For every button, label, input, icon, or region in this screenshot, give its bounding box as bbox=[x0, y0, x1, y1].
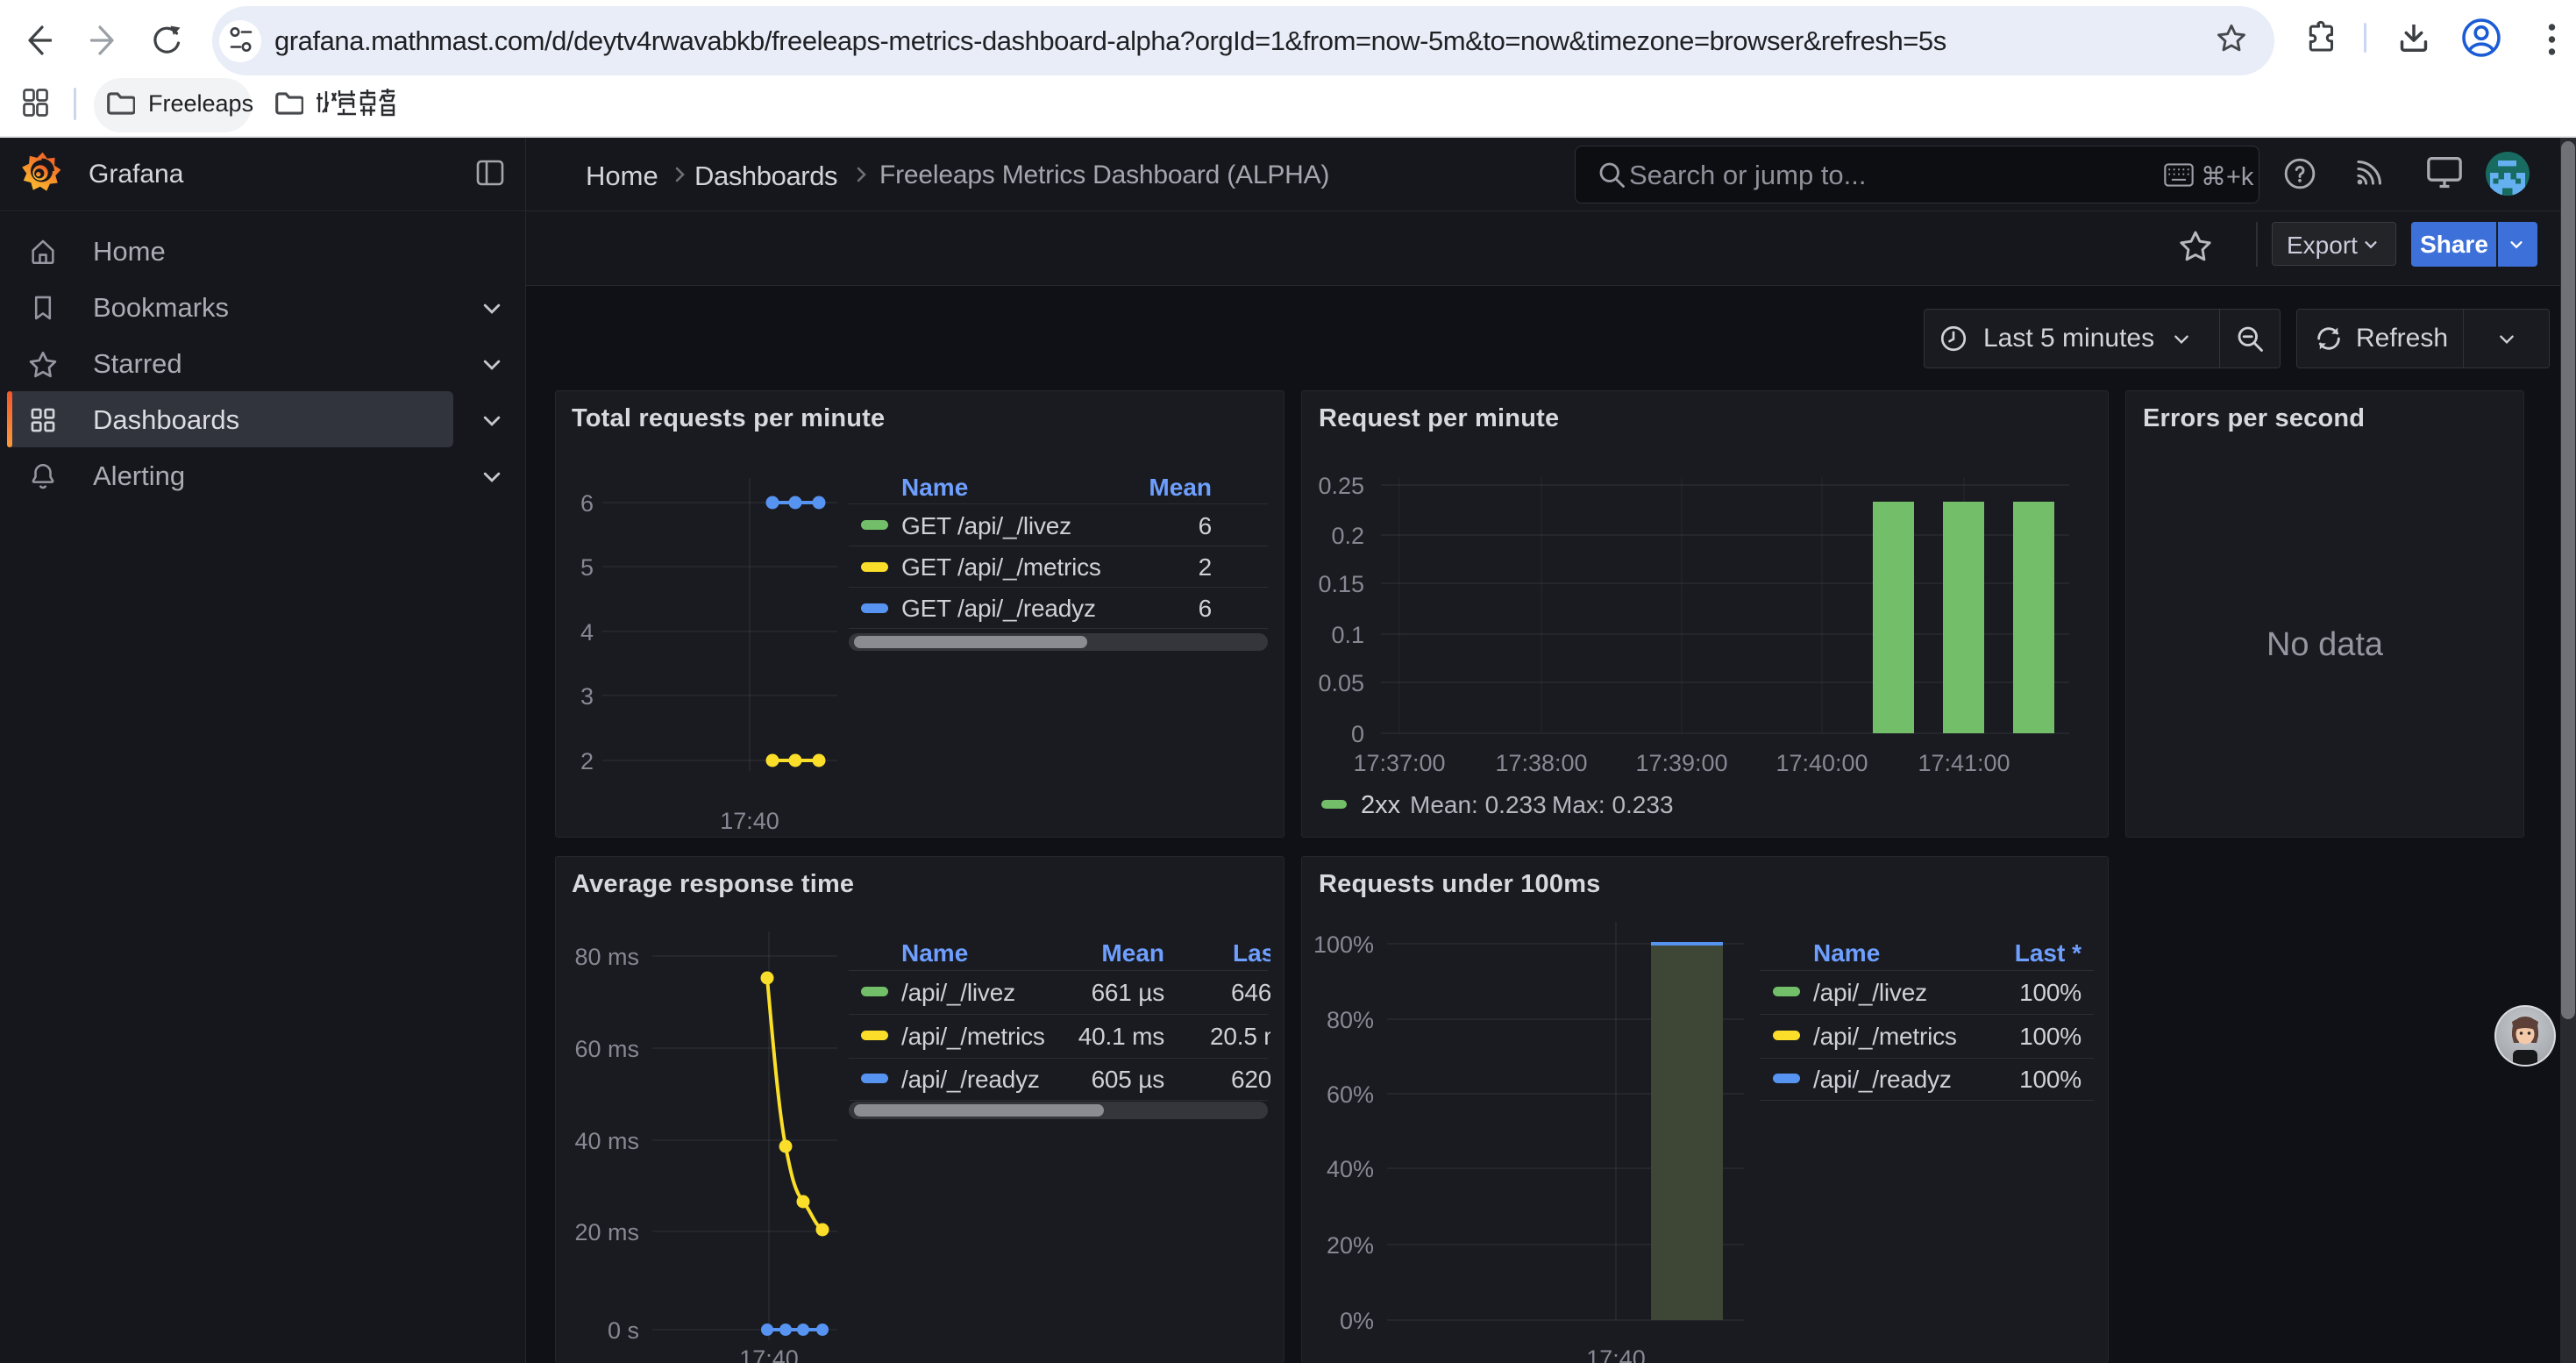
svg-text:17:41:00: 17:41:00 bbox=[1918, 750, 2010, 776]
svg-text:17:40: 17:40 bbox=[720, 808, 779, 834]
svg-text:0.1: 0.1 bbox=[1331, 622, 1364, 648]
svg-text:Max: 0.233: Max: 0.233 bbox=[1552, 791, 1674, 818]
svg-text:17:38:00: 17:38:00 bbox=[1495, 750, 1587, 776]
svg-text:17:37:00: 17:37:00 bbox=[1353, 750, 1445, 776]
svg-text:4: 4 bbox=[580, 619, 594, 646]
svg-text:2xx: 2xx bbox=[1361, 791, 1401, 819]
svg-text:2: 2 bbox=[580, 748, 594, 774]
svg-text:0.05: 0.05 bbox=[1318, 670, 1364, 696]
svg-text:17:40: 17:40 bbox=[739, 1345, 799, 1363]
svg-text:Mean: 0.233: Mean: 0.233 bbox=[1410, 791, 1547, 818]
svg-text:0.2: 0.2 bbox=[1331, 523, 1364, 549]
svg-text:17:40: 17:40 bbox=[1586, 1345, 1646, 1363]
svg-text:0: 0 bbox=[1351, 721, 1364, 747]
svg-text:3: 3 bbox=[580, 683, 594, 710]
svg-text:17:39:00: 17:39:00 bbox=[1635, 750, 1727, 776]
svg-text:0.25: 0.25 bbox=[1318, 473, 1364, 499]
svg-text:17:40:00: 17:40:00 bbox=[1775, 750, 1868, 776]
svg-text:0.15: 0.15 bbox=[1318, 571, 1364, 597]
